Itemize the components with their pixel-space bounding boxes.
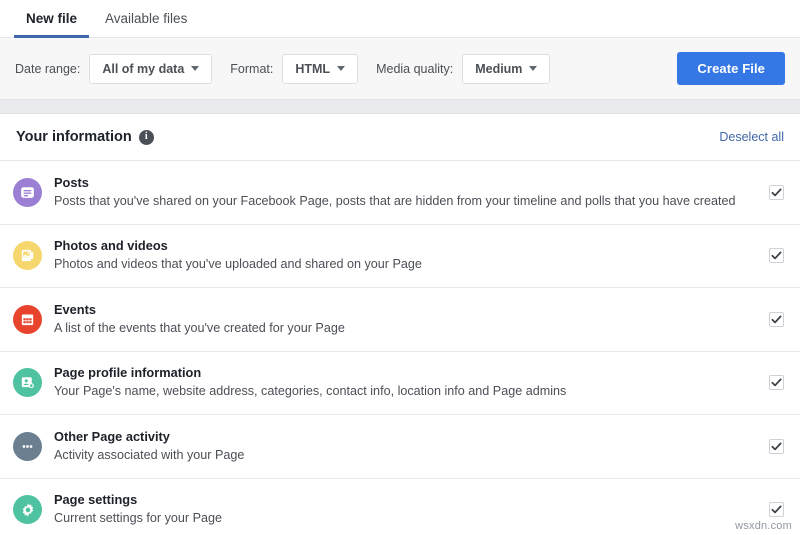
ellipsis-icon	[13, 432, 42, 461]
list-item[interactable]: Other Page activity Activity associated …	[0, 415, 800, 479]
download-your-information-page: New file Available files Date range: All…	[0, 0, 800, 535]
media-quality-label: Media quality:	[376, 62, 453, 76]
posts-icon	[13, 178, 42, 207]
list-item-checkbox[interactable]	[769, 375, 784, 390]
list-item-title: Photos and videos	[54, 238, 168, 253]
list-item-description: Your Page's name, website address, categ…	[54, 383, 755, 401]
list-item-checkbox[interactable]	[769, 312, 784, 327]
list-item-description: A list of the events that you've created…	[54, 320, 755, 338]
tab-new-file[interactable]: New file	[12, 0, 91, 37]
list-item-title: Other Page activity	[54, 429, 170, 444]
info-icon[interactable]: i	[139, 130, 154, 145]
tab-available-files[interactable]: Available files	[91, 0, 201, 37]
gear-icon	[13, 495, 42, 524]
filter-toolbar: Date range: All of my data Format: HTML …	[0, 38, 800, 100]
chevron-down-icon	[529, 66, 537, 71]
create-file-button[interactable]: Create File	[677, 52, 785, 85]
list-item-text: Posts Posts that you've shared on your F…	[54, 174, 755, 211]
list-item-description: Current settings for your Page	[54, 510, 755, 528]
list-item-description: Posts that you've shared on your Faceboo…	[54, 193, 755, 211]
list-item-title: Posts	[54, 175, 89, 190]
list-item[interactable]: Page profile information Your Page's nam…	[0, 352, 800, 416]
list-item-text: Page settings Current settings for your …	[54, 491, 755, 528]
list-item-title: Page profile information	[54, 365, 201, 380]
list-item-checkbox[interactable]	[769, 439, 784, 454]
tab-new-file-label: New file	[26, 11, 77, 26]
list-item-title: Page settings	[54, 492, 137, 507]
your-information-header: Your information i Deselect all	[0, 114, 800, 161]
chevron-down-icon	[337, 66, 345, 71]
list-item-text: Page profile information Your Page's nam…	[54, 364, 755, 401]
events-calendar-icon	[13, 305, 42, 334]
list-item-text: Other Page activity Activity associated …	[54, 428, 755, 465]
list-item[interactable]: Page settings Current settings for your …	[0, 479, 800, 535]
list-item[interactable]: Photos and videos Photos and videos that…	[0, 225, 800, 289]
list-item-text: Photos and videos Photos and videos that…	[54, 237, 755, 274]
page-title: Your information	[16, 129, 132, 145]
format-dropdown[interactable]: HTML	[282, 54, 358, 84]
information-list: Posts Posts that you've shared on your F…	[0, 161, 800, 535]
tab-bar: New file Available files	[0, 0, 800, 38]
deselect-all-link[interactable]: Deselect all	[719, 130, 784, 144]
format-value: HTML	[295, 62, 330, 76]
section-divider-band	[0, 100, 800, 114]
list-item-description: Activity associated with your Page	[54, 447, 755, 465]
date-range-dropdown[interactable]: All of my data	[89, 54, 212, 84]
photos-videos-icon	[13, 241, 42, 270]
list-item[interactable]: Events A list of the events that you've …	[0, 288, 800, 352]
tab-available-files-label: Available files	[105, 11, 187, 26]
list-item-checkbox[interactable]	[769, 502, 784, 517]
list-item-description: Photos and videos that you've uploaded a…	[54, 256, 755, 274]
media-quality-dropdown[interactable]: Medium	[462, 54, 550, 84]
profile-card-icon	[13, 368, 42, 397]
list-item-title: Events	[54, 302, 96, 317]
list-item[interactable]: Posts Posts that you've shared on your F…	[0, 161, 800, 225]
list-item-checkbox[interactable]	[769, 248, 784, 263]
watermark: wsxdn.com	[735, 520, 792, 532]
media-quality-value: Medium	[475, 62, 522, 76]
list-item-text: Events A list of the events that you've …	[54, 301, 755, 338]
format-label: Format:	[230, 62, 273, 76]
date-range-label: Date range:	[15, 62, 80, 76]
list-item-checkbox[interactable]	[769, 185, 784, 200]
chevron-down-icon	[191, 66, 199, 71]
date-range-value: All of my data	[102, 62, 184, 76]
